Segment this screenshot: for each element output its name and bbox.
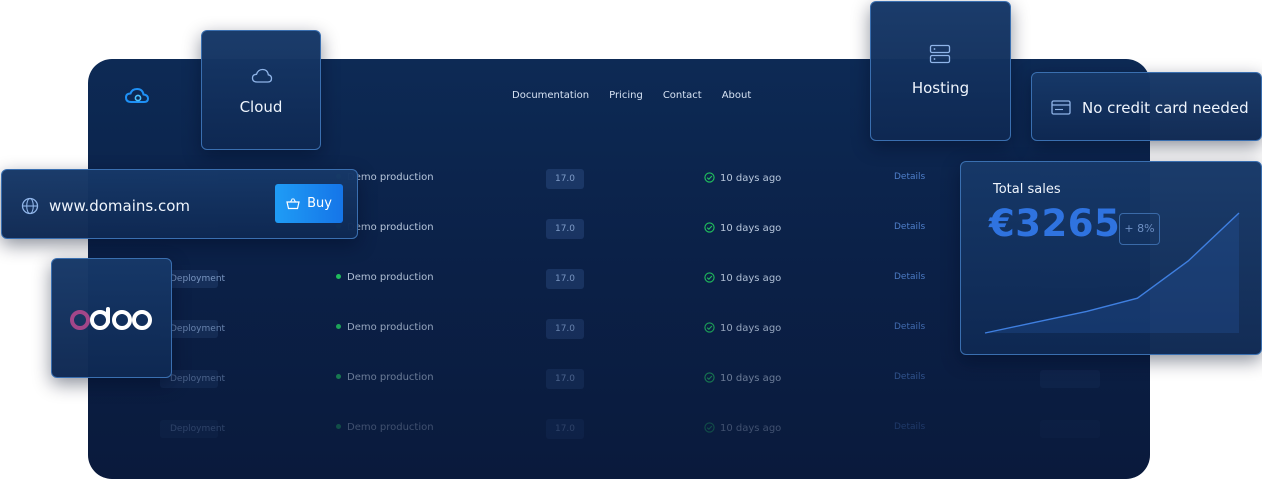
row-version: 17.0	[546, 319, 584, 339]
row-updated-label: 10 days ago	[720, 323, 782, 334]
check-circle-icon	[704, 422, 715, 433]
server-icon	[929, 44, 951, 64]
row-production-label: Demo production	[347, 422, 434, 433]
cloud-logo-icon[interactable]	[124, 87, 150, 105]
cloud-label: Cloud	[239, 98, 283, 116]
row-details-link[interactable]: Details	[894, 222, 925, 232]
row-details-link[interactable]: Details	[894, 422, 925, 432]
hosting-card[interactable]: Hosting	[870, 1, 1011, 141]
row-version: 17.0	[546, 169, 584, 189]
row-version: 17.0	[546, 269, 584, 289]
check-circle-icon	[704, 222, 715, 233]
row-updated: 10 days ago	[704, 422, 781, 434]
odoo-logo	[70, 307, 152, 330]
sales-change-badge: + 8%	[1119, 213, 1160, 245]
row-production-label: Demo production	[347, 322, 434, 333]
odoo-card	[51, 258, 172, 378]
row-details-link[interactable]: Details	[894, 172, 925, 182]
row-action[interactable]	[1040, 420, 1100, 438]
check-circle-icon	[704, 272, 715, 283]
row-production-label: Demo production	[347, 172, 434, 183]
basket-icon	[286, 198, 300, 210]
total-sales-amount: €3265	[989, 202, 1121, 245]
no-credit-card-label: No credit card needed	[1082, 99, 1249, 117]
row-version: 17.0	[546, 369, 584, 389]
row-updated: 10 days ago	[704, 222, 781, 234]
row-production-label: Demo production	[347, 272, 434, 283]
credit-card-icon	[1051, 100, 1071, 115]
cloud-card[interactable]: Cloud	[201, 30, 321, 150]
table-row[interactable]: Deployment Demo production 17.0 10 days …	[88, 409, 1150, 459]
total-sales-title: Total sales	[993, 182, 1061, 197]
table-row[interactable]: Deployment Demo production 17.0 10 days …	[88, 359, 1150, 409]
row-updated-label: 10 days ago	[720, 173, 782, 184]
hosting-label: Hosting	[911, 79, 970, 97]
status-dot	[336, 374, 341, 379]
row-production: Demo production	[336, 272, 434, 283]
buy-button-label: Buy	[307, 196, 332, 211]
row-updated: 10 days ago	[704, 272, 781, 284]
row-action[interactable]	[1040, 370, 1100, 388]
row-updated-label: 10 days ago	[720, 373, 782, 384]
globe-icon	[21, 197, 39, 215]
row-details-link[interactable]: Details	[894, 272, 925, 282]
check-circle-icon	[704, 172, 715, 183]
row-production: Demo production	[336, 372, 434, 383]
row-updated-label: 10 days ago	[720, 423, 782, 434]
row-version: 17.0	[546, 219, 584, 239]
row-updated: 10 days ago	[704, 322, 781, 334]
row-updated: 10 days ago	[704, 372, 781, 384]
row-production: Demo production	[336, 322, 434, 333]
row-production-label: Demo production	[347, 222, 434, 233]
row-updated-label: 10 days ago	[720, 223, 782, 234]
buy-button[interactable]: Buy	[275, 184, 343, 223]
top-nav: Documentation Pricing Contact About	[512, 90, 751, 101]
domain-input-text[interactable]: www.domains.com	[49, 197, 190, 215]
nav-about[interactable]: About	[722, 90, 752, 101]
nav-pricing[interactable]: Pricing	[609, 90, 643, 101]
no-credit-card-card: No credit card needed	[1031, 72, 1262, 141]
status-dot	[336, 274, 341, 279]
row-updated: 10 days ago	[704, 172, 781, 184]
row-details-link[interactable]: Details	[894, 372, 925, 382]
nav-contact[interactable]: Contact	[663, 90, 702, 101]
total-sales-card: Total sales €3265 + 8%	[960, 161, 1262, 355]
cloud-icon	[251, 68, 273, 83]
domain-search-card: www.domains.com Buy	[1, 169, 358, 239]
nav-documentation[interactable]: Documentation	[512, 90, 589, 101]
status-dot	[336, 424, 341, 429]
row-version: 17.0	[546, 419, 584, 439]
row-production: Demo production	[336, 422, 434, 433]
row-details-link[interactable]: Details	[894, 322, 925, 332]
check-circle-icon	[704, 372, 715, 383]
row-updated-label: 10 days ago	[720, 273, 782, 284]
status-dot	[336, 324, 341, 329]
row-production-label: Demo production	[347, 372, 434, 383]
check-circle-icon	[704, 322, 715, 333]
row-tag: Deployment	[160, 420, 225, 438]
